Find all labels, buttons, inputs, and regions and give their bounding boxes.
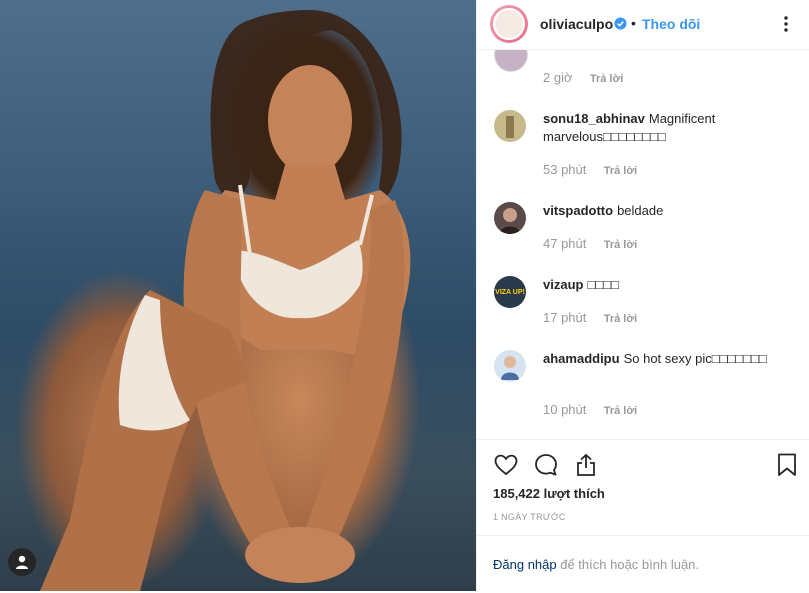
avatar[interactable] <box>494 202 526 234</box>
comment-time: 53 phút <box>543 162 587 177</box>
comment-time: 2 giờ <box>543 70 573 85</box>
login-prompt-text: Đăng nhập để thích hoặc bình luận. <box>493 557 699 572</box>
avatar-logo-text: VIZA UP! <box>495 288 525 296</box>
like-count[interactable]: 185,422 lượt thích <box>493 486 605 501</box>
comment-body: sonu18_abhinav Magnificent marvelous□□□□□… <box>543 110 788 146</box>
login-link[interactable]: Đăng nhập <box>493 557 557 572</box>
comment-bubble-icon[interactable] <box>533 452 559 478</box>
comment-username[interactable]: sonu18_abhinav <box>543 111 645 126</box>
comment-body: vizaup □□□□ <box>543 276 788 294</box>
share-upload-icon[interactable] <box>573 452 599 478</box>
avatar[interactable] <box>494 350 526 382</box>
comment-body: vitspadotto beldade <box>543 202 788 220</box>
comment-time: 47 phút <box>543 236 587 251</box>
reply-button[interactable]: Trả lời <box>604 239 638 251</box>
verified-badge-icon <box>614 17 627 30</box>
login-prompt-rest: để thích hoặc bình luận. <box>556 557 700 572</box>
comment-username[interactable]: vizaup <box>543 277 583 292</box>
post-date[interactable]: 1 NGÀY TRƯỚC <box>493 512 566 522</box>
comment-meta: 47 phút Trả lời <box>543 236 637 251</box>
author-avatar[interactable] <box>490 5 528 43</box>
separator-dot: • <box>631 15 636 31</box>
comment-text: □□□□ <box>587 277 619 292</box>
comment-body: ahamaddipu So hot sexy pic□□□□□□□ <box>543 350 788 368</box>
post-side-panel: oliviaculpo • Theo dõi 2 giờ Trả lời son… <box>476 0 809 591</box>
post-actions: 185,422 lượt thích 1 NGÀY TRƯỚC Đăng nhậ… <box>477 439 809 592</box>
reply-button[interactable]: Trả lời <box>604 165 638 177</box>
comment-text: beldade <box>617 203 664 218</box>
photo-figure <box>40 10 411 591</box>
reply-button[interactable]: Trả lời <box>604 313 638 325</box>
comment-meta: 2 giờ Trả lời <box>543 70 623 85</box>
comment-meta: 53 phút Trả lời <box>543 162 637 177</box>
heart-icon[interactable] <box>493 452 519 478</box>
avatar[interactable] <box>494 110 526 142</box>
comment-username[interactable]: vitspadotto <box>543 203 613 218</box>
post-photo[interactable] <box>0 0 476 591</box>
comment-list[interactable]: 2 giờ Trả lời sonu18_abhinav Magnificent … <box>477 50 809 439</box>
follow-button[interactable]: Theo dõi <box>642 16 700 32</box>
comment-time: 10 phút <box>543 402 587 417</box>
author-username[interactable]: oliviaculpo <box>540 16 613 32</box>
comment-meta: 10 phút Trả lời <box>543 402 637 417</box>
reply-button[interactable]: Trả lời <box>590 73 624 85</box>
avatar[interactable] <box>494 50 528 72</box>
more-options-icon[interactable] <box>776 14 796 34</box>
user-tag-button[interactable] <box>8 548 36 576</box>
bookmark-icon[interactable] <box>774 452 800 478</box>
avatar[interactable]: VIZA UP! <box>494 276 526 308</box>
comment-text: So hot sexy pic□□□□□□□ <box>623 351 767 366</box>
comment-meta: 17 phút Trả lời <box>543 310 637 325</box>
reply-button[interactable]: Trả lời <box>604 405 638 417</box>
post-header: oliviaculpo • Theo dõi <box>477 0 809 50</box>
comment-username[interactable]: ahamaddipu <box>543 351 620 366</box>
login-prompt: Đăng nhập để thích hoặc bình luận. <box>477 535 809 593</box>
user-icon <box>16 555 28 569</box>
comment-time: 17 phút <box>543 310 587 325</box>
